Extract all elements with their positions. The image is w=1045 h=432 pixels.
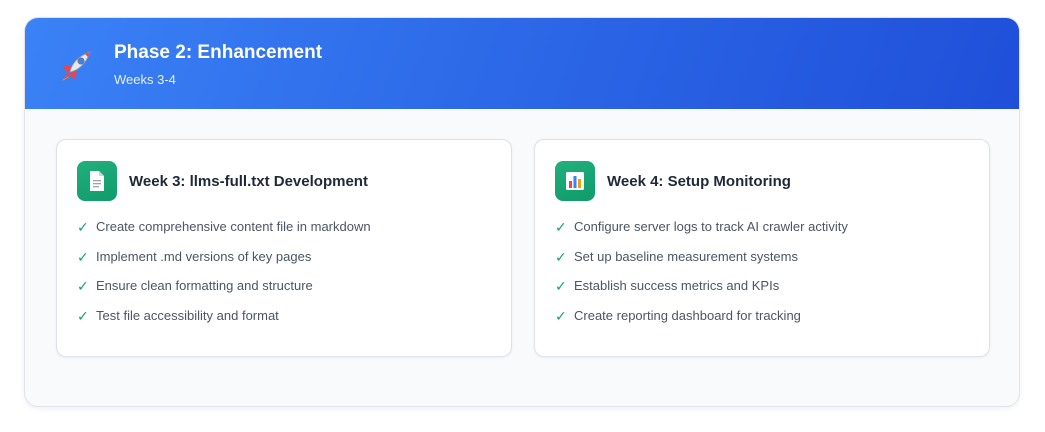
task-item: ✓ Create reporting dashboard for trackin… [555,308,848,338]
task-item: ✓ Ensure clean formatting and structure [77,278,371,308]
task-item: ✓ Establish success metrics and KPIs [555,278,848,308]
task-item: ✓ Set up baseline measurement systems [555,249,848,279]
task-item: ✓ Test file accessibility and format [77,308,371,338]
check-icon: ✓ [77,307,89,324]
week-4-title: Week 4: Setup Monitoring [607,173,791,190]
check-icon: ✓ [555,307,567,324]
task-text: Configure server logs to track AI crawle… [574,219,848,234]
task-text: Ensure clean formatting and structure [96,278,313,294]
check-icon: ✓ [77,278,89,295]
task-text: Create reporting dashboard for tracking [574,307,801,323]
week-4-card: Week 4: Setup Monitoring ✓ Configure ser… [534,139,990,357]
task-item: ✓ Configure server logs to track AI craw… [555,219,848,249]
document-icon [77,161,117,201]
phase-card: Phase 2: Enhancement Weeks 3-4 Week 3: l… [24,17,1020,407]
task-text: Implement .md versions of key pages [96,248,312,264]
task-item: ✓ Implement .md versions of key pages [77,249,371,279]
task-item: ✓ Create comprehensive content file in m… [77,219,371,249]
week-3-card: Week 3: llms-full.txt Development ✓ Crea… [56,139,512,357]
check-icon: ✓ [555,219,567,235]
week-3-title: Week 3: llms-full.txt Development [129,173,368,190]
week-3-task-list: ✓ Create comprehensive content file in m… [77,219,371,337]
task-text: Set up baseline measurement systems [574,248,798,264]
phase-subtitle: Weeks 3-4 [114,72,176,87]
week-4-task-list: ✓ Configure server logs to track AI craw… [555,219,848,337]
check-icon: ✓ [555,248,567,265]
phase-header: Phase 2: Enhancement Weeks 3-4 [25,18,1019,109]
bar-chart-icon [555,161,595,201]
check-icon: ✓ [555,278,567,295]
task-text: Test file accessibility and format [96,307,279,323]
task-text: Establish success metrics and KPIs [574,278,780,294]
check-icon: ✓ [77,219,89,235]
check-icon: ✓ [77,248,89,265]
phase-title: Phase 2: Enhancement [114,42,323,63]
rocket-icon [58,48,94,84]
task-text: Create comprehensive content file in mar… [96,219,371,234]
